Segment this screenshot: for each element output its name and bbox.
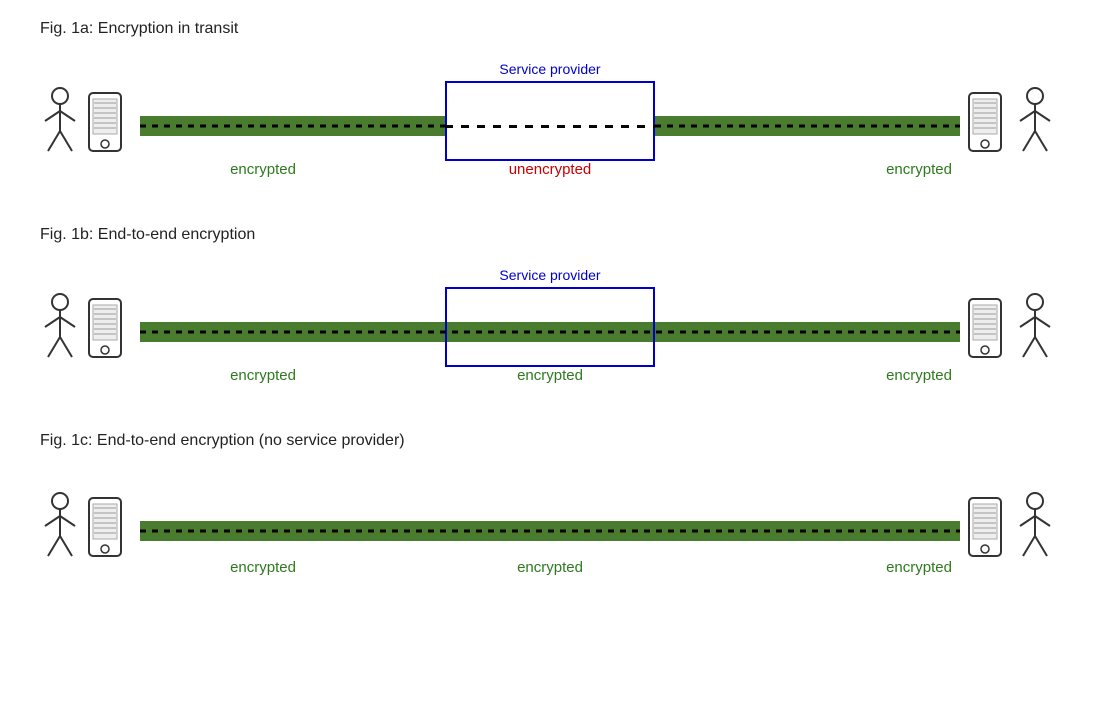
fig1a-left-person [40, 86, 85, 166]
fig1b-service-provider-label: Service provider [499, 267, 600, 283]
fig1a-line-area: Service provider encrypted unencrypted e… [140, 66, 960, 186]
fig1a-service-provider-box: Service provider [445, 81, 655, 161]
fig1a-dotted-right [655, 125, 960, 128]
fig1b-label-right: encrypted [886, 367, 952, 384]
fig1a-dotted-left [140, 125, 445, 128]
fig1c-right-phone [965, 496, 1015, 566]
fig1b-right-phone [965, 297, 1015, 367]
fig1c-left-person [40, 491, 85, 571]
fig1b-dotted-line [140, 331, 960, 334]
fig1b-left-phone [85, 297, 135, 367]
fig1c-label-left: encrypted [230, 559, 296, 576]
fig1c-label: Fig. 1c: End-to-end encryption (no servi… [40, 432, 1060, 450]
fig1b-label: Fig. 1b: End-to-end encryption [40, 226, 1060, 244]
fig1a-label: Fig. 1a: Encryption in transit [40, 20, 1060, 38]
fig1a-label-center: unencrypted [509, 161, 592, 178]
fig1c-label-center: encrypted [517, 559, 583, 576]
fig1b-line-area: Service provider encrypted encrypted enc… [140, 272, 960, 392]
fig1b-section: Fig. 1b: End-to-end encryption [40, 226, 1060, 412]
fig1b-left-person [40, 292, 85, 372]
fig1a-dashed-center [445, 125, 655, 128]
fig1a-service-provider-label: Service provider [499, 61, 600, 77]
fig1c-line-area: encrypted encrypted encrypted [140, 481, 960, 581]
fig1a-right-person [1015, 86, 1060, 166]
fig1a-label-right: encrypted [886, 161, 952, 178]
fig1c-dotted-line [140, 529, 960, 532]
fig1b-label-center: encrypted [517, 367, 583, 384]
fig1b-service-provider-box: Service provider [445, 287, 655, 367]
fig1a-right-phone [965, 91, 1015, 161]
main-container: Fig. 1a: Encryption in transit [0, 0, 1100, 643]
fig1c-left-phone [85, 496, 135, 566]
fig1b-right-person [1015, 292, 1060, 372]
fig1a-section: Fig. 1a: Encryption in transit [40, 20, 1060, 206]
fig1c-right-person [1015, 491, 1060, 571]
fig1c-label-right: encrypted [886, 559, 952, 576]
fig1a-left-phone [85, 91, 135, 161]
fig1a-label-left: encrypted [230, 161, 296, 178]
fig1b-label-left: encrypted [230, 367, 296, 384]
fig1c-section: Fig. 1c: End-to-end encryption (no servi… [40, 432, 1060, 603]
